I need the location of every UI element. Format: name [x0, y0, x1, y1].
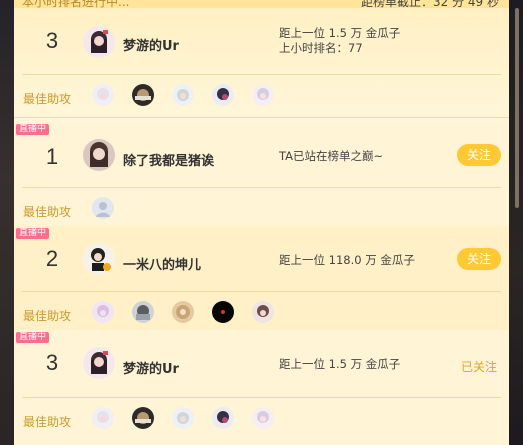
avatar[interactable] — [83, 139, 115, 171]
assist-avatar[interactable] — [212, 84, 234, 106]
follow-button[interactable]: 关注 — [457, 144, 501, 166]
rank-entry: 直播中 1 除了我都是猪诶 TA已站在榜单之巅~ 关注 最佳助攻 — [14, 122, 509, 226]
divider — [22, 291, 501, 292]
rank-entry: 3 梦游的Ur 距上一位 1.5 万 金瓜子 上小时排名：77 最佳助攻 — [14, 8, 509, 118]
assist-avatar[interactable] — [132, 407, 154, 429]
background-left — [0, 0, 14, 445]
username[interactable]: 一米八的坤儿 — [123, 254, 201, 273]
assist-avatar[interactable] — [172, 407, 194, 429]
assist-avatar[interactable] — [212, 301, 234, 323]
assist-avatar[interactable] — [92, 84, 114, 106]
assist-label: 最佳助攻 — [23, 205, 72, 219]
avatar[interactable] — [83, 26, 115, 58]
follow-button[interactable]: 关注 — [457, 248, 501, 270]
rank-entry: 直播中 2 一米八的坤儿 距上一位 118.0 万 金瓜子 关注 最佳助攻 — [14, 226, 509, 330]
rank-header: 本小时排名进行中... 距榜单截止：32 分 49 秒 — [14, 0, 509, 9]
rank-entry: 直播中 3 梦游的Ur 距上一位 1.5 万 金瓜子 已关注 最佳助攻 — [14, 330, 509, 445]
avatar[interactable] — [83, 243, 115, 275]
rank-number: 3 — [45, 350, 59, 375]
assist-avatar[interactable] — [132, 301, 154, 323]
rank-number: 1 — [45, 144, 59, 169]
rank-info: 距上一位 1.5 万 金瓜子 上小时排名：77 — [279, 26, 400, 56]
assist-label: 最佳助攻 — [23, 415, 72, 429]
followed-label[interactable]: 已关注 — [461, 358, 497, 375]
rank-number: 3 — [45, 28, 59, 53]
live-badge: 直播中 — [16, 228, 50, 239]
assist-avatar[interactable] — [212, 407, 234, 429]
assist-avatar[interactable] — [92, 407, 114, 429]
avatar[interactable] — [83, 347, 115, 379]
assist-avatar[interactable] — [252, 84, 274, 106]
live-badge: 直播中 — [16, 332, 50, 343]
rank-list-panel: 本小时排名进行中... 距榜单截止：32 分 49 秒 3 梦游的Ur 距上一位… — [14, 0, 509, 445]
rank-info: TA已站在榜单之巅~ — [279, 149, 383, 164]
last-hour-rank: 上小时排名：77 — [279, 41, 363, 55]
scrollbar[interactable] — [515, 8, 519, 208]
rank-status: TA已站在榜单之巅~ — [279, 149, 384, 163]
assist-label: 最佳助攻 — [23, 92, 72, 106]
assist-avatar[interactable] — [92, 197, 114, 219]
username[interactable]: 梦游的Ur — [123, 35, 179, 54]
live-badge: 直播中 — [16, 124, 50, 135]
rank-number: 2 — [45, 246, 59, 271]
assist-label: 最佳助攻 — [23, 309, 72, 323]
assist-avatar[interactable] — [252, 301, 274, 323]
rank-info: 距上一位 118.0 万 金瓜子 — [279, 253, 415, 268]
rank-info: 距上一位 1.5 万 金瓜子 — [279, 357, 400, 372]
assist-avatar[interactable] — [172, 84, 194, 106]
assist-avatar[interactable] — [132, 84, 154, 106]
assist-avatar[interactable] — [92, 301, 114, 323]
assist-avatar[interactable] — [252, 407, 274, 429]
divider — [22, 187, 501, 188]
gap-to-previous: 距上一位 1.5 万 金瓜子 — [279, 357, 401, 371]
divider — [22, 74, 501, 75]
gap-to-previous: 距上一位 118.0 万 金瓜子 — [279, 253, 415, 267]
divider — [22, 397, 501, 398]
username[interactable]: 除了我都是猪诶 — [123, 150, 214, 169]
username[interactable]: 梦游的Ur — [123, 358, 179, 377]
gap-to-previous: 距上一位 1.5 万 金瓜子 — [279, 26, 401, 40]
assist-avatar[interactable] — [172, 301, 194, 323]
